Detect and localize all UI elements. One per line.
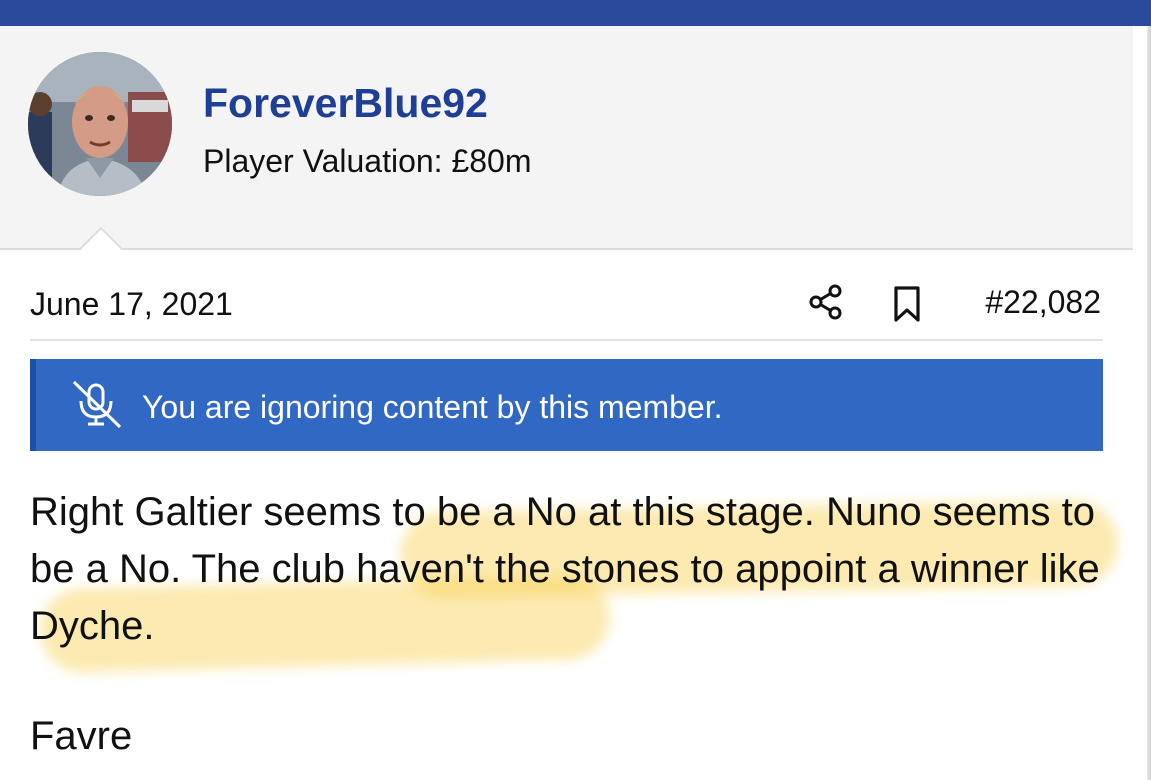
post-body: Right Galtier seems to be a No at this s… bbox=[30, 484, 1110, 655]
post-number-link[interactable]: #22,082 bbox=[985, 284, 1101, 321]
post-paragraph: Right Galtier seems to be a No at this s… bbox=[30, 490, 1100, 648]
post-date[interactable]: June 17, 2021 bbox=[30, 286, 233, 323]
post-header-divider bbox=[30, 339, 1103, 341]
player-valuation: Player Valuation: £80m bbox=[203, 143, 532, 179]
username-link[interactable]: ForeverBlue92 bbox=[203, 80, 488, 127]
page-edge bbox=[1147, 26, 1151, 780]
top-header-bar bbox=[0, 0, 1151, 26]
card-pointer bbox=[74, 224, 124, 250]
share-icon[interactable] bbox=[806, 282, 846, 322]
bookmark-icon[interactable] bbox=[888, 284, 926, 324]
avatar-photo bbox=[28, 52, 172, 196]
ignore-notice[interactable]: You are ignoring content by this member. bbox=[30, 359, 1103, 451]
user-card: ForeverBlue92 Player Valuation: £80m bbox=[0, 26, 1133, 250]
avatar[interactable] bbox=[28, 52, 172, 196]
post-paragraph: Favre bbox=[30, 714, 133, 758]
muted-microphone-icon bbox=[72, 380, 122, 429]
ignore-notice-text: You are ignoring content by this member. bbox=[142, 389, 723, 425]
